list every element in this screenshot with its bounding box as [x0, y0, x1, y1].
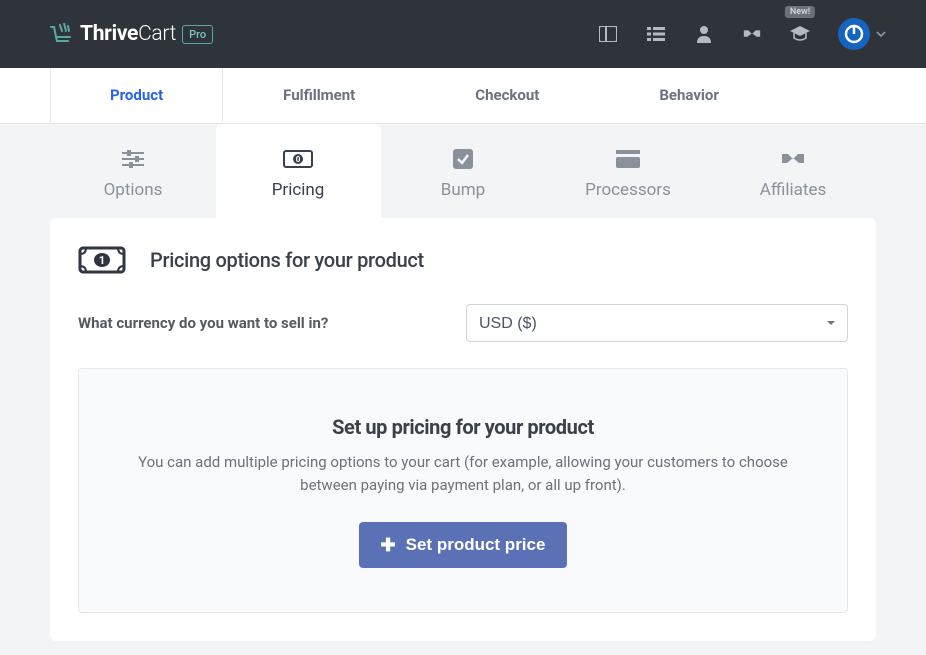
tab-product[interactable]: Product	[50, 68, 223, 123]
pricing-box-desc: You can add multiple pricing options to …	[133, 451, 793, 496]
pricing-panel: 1 Pricing options for your product What …	[50, 218, 876, 641]
layout-icon[interactable]	[598, 24, 618, 44]
subtab-label: Affiliates	[760, 180, 826, 200]
plus-icon: ✚	[381, 536, 396, 554]
subtab-pricing[interactable]: 0 Pricing	[216, 124, 381, 218]
power-icon	[844, 24, 864, 44]
pricing-setup-box: Set up pricing for your product You can …	[78, 368, 848, 613]
section-title: Pricing options for your product	[150, 248, 424, 272]
chevron-down-icon	[876, 31, 886, 37]
section-header: 1 Pricing options for your product	[78, 246, 848, 274]
svg-text:1: 1	[99, 254, 105, 267]
brand-logo: ThriveCart Pro	[50, 22, 213, 46]
cart-logo-icon	[50, 23, 74, 45]
avatar	[838, 18, 870, 50]
subtab-label: Pricing	[272, 180, 325, 200]
subtab-label: Processors	[585, 180, 671, 200]
tab-fulfillment[interactable]: Fulfillment	[223, 68, 415, 123]
money-bill-large-icon: 1	[78, 246, 126, 274]
sliders-icon	[122, 148, 144, 170]
topbar-actions: New!	[598, 18, 886, 50]
button-label: Set product price	[406, 535, 546, 555]
subtab-affiliates[interactable]: Affiliates	[711, 124, 876, 218]
handshake-affiliate-icon	[780, 148, 806, 170]
subtab-label: Bump	[441, 180, 485, 200]
pro-badge: Pro	[182, 25, 213, 44]
subtab-processors[interactable]: Processors	[546, 124, 711, 218]
check-square-icon	[453, 148, 473, 170]
list-icon[interactable]	[646, 24, 666, 44]
new-badge: New!	[785, 6, 815, 18]
tab-checkout[interactable]: Checkout	[415, 68, 599, 123]
currency-label: What currency do you want to sell in?	[78, 314, 328, 332]
user-icon[interactable]	[694, 24, 714, 44]
money-bill-icon: 0	[283, 148, 313, 170]
learn-icon[interactable]: New!	[790, 24, 810, 44]
subtab-label: Options	[104, 180, 163, 200]
user-menu[interactable]	[838, 18, 886, 50]
subtab-options[interactable]: Options	[51, 124, 216, 218]
brand-name: ThriveCart	[80, 22, 176, 46]
credit-card-icon	[616, 148, 640, 170]
tab-behavior[interactable]: Behavior	[599, 68, 779, 123]
handshake-icon[interactable]	[742, 24, 762, 44]
subtab-bump[interactable]: Bump	[381, 124, 546, 218]
main-tabs: Product Fulfillment Checkout Behavior	[0, 68, 926, 124]
set-product-price-button[interactable]: ✚ Set product price	[359, 522, 568, 568]
sub-tabs: Options 0 Pricing Bump Processors Affili…	[50, 124, 876, 218]
currency-select[interactable]: USD ($)	[466, 304, 848, 342]
pricing-box-title: Set up pricing for your product	[109, 415, 817, 439]
top-navbar: ThriveCart Pro New!	[0, 0, 926, 68]
currency-row: What currency do you want to sell in? US…	[78, 304, 848, 342]
svg-text:0: 0	[296, 155, 301, 164]
